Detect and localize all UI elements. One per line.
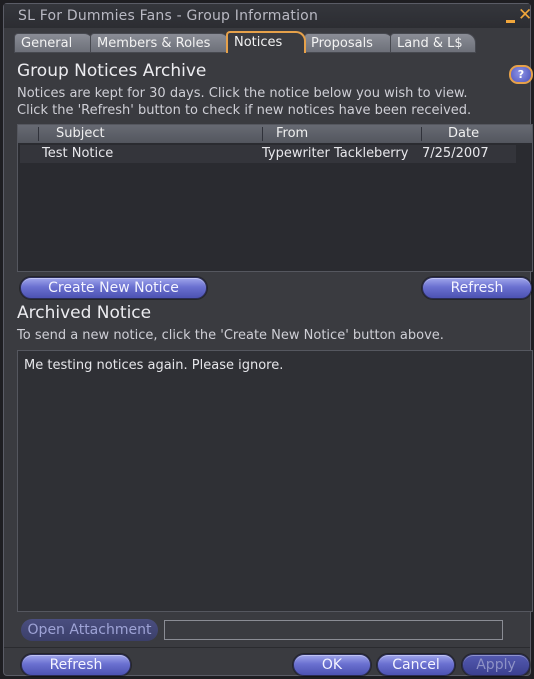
column-header-subject[interactable]: Subject <box>56 126 105 141</box>
archive-desc-line1: Notices are kept for 30 days. Click the … <box>17 86 468 101</box>
minimize-icon[interactable] <box>506 20 515 23</box>
column-separator <box>262 127 263 141</box>
cancel-button[interactable]: Cancel <box>377 654 455 676</box>
ok-button[interactable]: OK <box>293 654 371 676</box>
row-subject: Test Notice <box>42 146 114 161</box>
refresh-button[interactable]: Refresh <box>21 654 131 676</box>
column-separator <box>38 127 39 141</box>
row-date: 7/25/2007 <box>422 146 489 161</box>
tab-general[interactable]: General <box>14 33 94 53</box>
help-icon[interactable]: ? <box>509 65 533 84</box>
table-row[interactable]: Test Notice Typewriter Tackleberry 7/25/… <box>20 145 516 163</box>
create-new-notice-button[interactable]: Create New Notice <box>20 277 207 299</box>
list-header: Subject From Date <box>18 125 532 143</box>
tab-land[interactable]: Land & L$ <box>390 33 476 53</box>
divider <box>4 647 530 648</box>
column-separator <box>421 127 422 141</box>
open-attachment-button[interactable]: Open Attachment <box>21 619 158 641</box>
notice-body-text: Me testing notices again. Please ignore. <box>24 358 284 373</box>
refresh-notices-button[interactable]: Refresh <box>422 277 532 299</box>
row-from: Typewriter Tackleberry <box>262 146 409 161</box>
archive-desc-line2: Click the 'Refresh' button to check if n… <box>17 103 472 118</box>
tab-members-roles[interactable]: Members & Roles <box>90 33 230 53</box>
apply-button: Apply <box>462 654 530 676</box>
tab-bar: General Members & Roles Proposals Land &… <box>14 31 530 53</box>
tab-proposals[interactable]: Proposals <box>304 33 394 53</box>
group-information-window: SL For Dummies Fans - Group Information … <box>3 3 533 676</box>
column-header-date[interactable]: Date <box>448 126 479 141</box>
title-bar[interactable]: SL For Dummies Fans - Group Information … <box>4 4 532 28</box>
close-icon[interactable]: ✕ <box>518 6 532 24</box>
notice-list[interactable]: Subject From Date Test Notice Typewriter… <box>17 124 533 272</box>
archived-notice-title: Archived Notice <box>17 303 152 323</box>
column-header-from[interactable]: From <box>276 126 308 141</box>
archived-notice-desc: To send a new notice, click the 'Create … <box>17 328 444 343</box>
attachment-field[interactable] <box>164 620 503 640</box>
archive-title: Group Notices Archive <box>17 61 207 81</box>
window-title: SL For Dummies Fans - Group Information <box>18 8 319 24</box>
tab-notices[interactable]: Notices <box>226 31 306 53</box>
notice-body[interactable]: Me testing notices again. Please ignore. <box>17 350 533 612</box>
